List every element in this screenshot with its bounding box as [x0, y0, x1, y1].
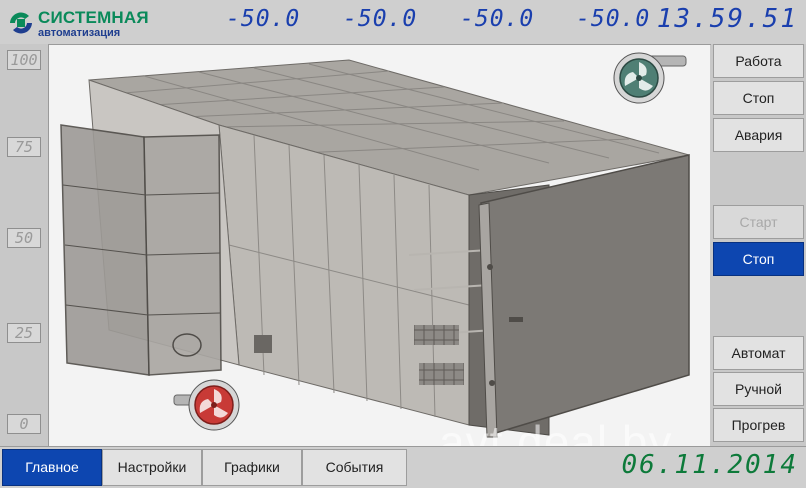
temperature-2: -50.0: [343, 6, 418, 32]
tab-settings[interactable]: Настройки: [102, 449, 202, 486]
preheat-button[interactable]: Прогрев: [713, 408, 804, 442]
temperature-4: -50.0: [576, 6, 651, 32]
stop-status-button[interactable]: Стоп: [713, 81, 804, 115]
scale-tick: 25: [7, 323, 41, 343]
chamber-view: avt.deal.by: [49, 45, 710, 446]
temperature-3: -50.0: [460, 6, 535, 32]
tab-events[interactable]: События: [302, 449, 407, 486]
header-bar: СИСТЕМНАЯ автоматизация -50.0 -50.0 -50.…: [0, 0, 806, 45]
level-scale: 100 75 50 25 0: [0, 44, 49, 446]
tab-charts[interactable]: Графики: [202, 449, 302, 486]
logo-line2: автоматизация: [38, 27, 121, 39]
scale-tick: 100: [7, 50, 41, 70]
alarm-button[interactable]: Авария: [713, 118, 804, 152]
stop-button[interactable]: Стоп: [713, 242, 804, 276]
chamber-illustration: [60, 52, 690, 438]
scale-tick: 0: [7, 414, 41, 434]
clock: 13.59.51: [656, 4, 798, 34]
logo-icon: [10, 12, 32, 34]
date-display: 06.11.2014: [621, 450, 798, 480]
control-panel: Работа Стоп Авария Старт Стоп Автомат Ру…: [711, 44, 806, 446]
footer-bar: Главное Настройки Графики События 06.11.…: [0, 446, 806, 488]
tab-main[interactable]: Главное: [2, 449, 102, 486]
manual-mode-button[interactable]: Ручной: [713, 372, 804, 406]
scale-tick: 50: [7, 228, 41, 248]
scale-tick: 75: [7, 137, 41, 157]
logo-line1: СИСТЕМНАЯ: [38, 8, 149, 27]
fan-stopped-icon[interactable]: [173, 379, 240, 431]
watermark: avt.deal.by: [439, 416, 673, 446]
company-logo: СИСТЕМНАЯ автоматизация: [6, 6, 158, 40]
work-button[interactable]: Работа: [713, 44, 804, 78]
start-button[interactable]: Старт: [713, 205, 804, 239]
auto-mode-button[interactable]: Автомат: [713, 336, 804, 370]
fan-running-icon[interactable]: [613, 52, 687, 104]
temperature-1: -50.0: [226, 6, 301, 32]
